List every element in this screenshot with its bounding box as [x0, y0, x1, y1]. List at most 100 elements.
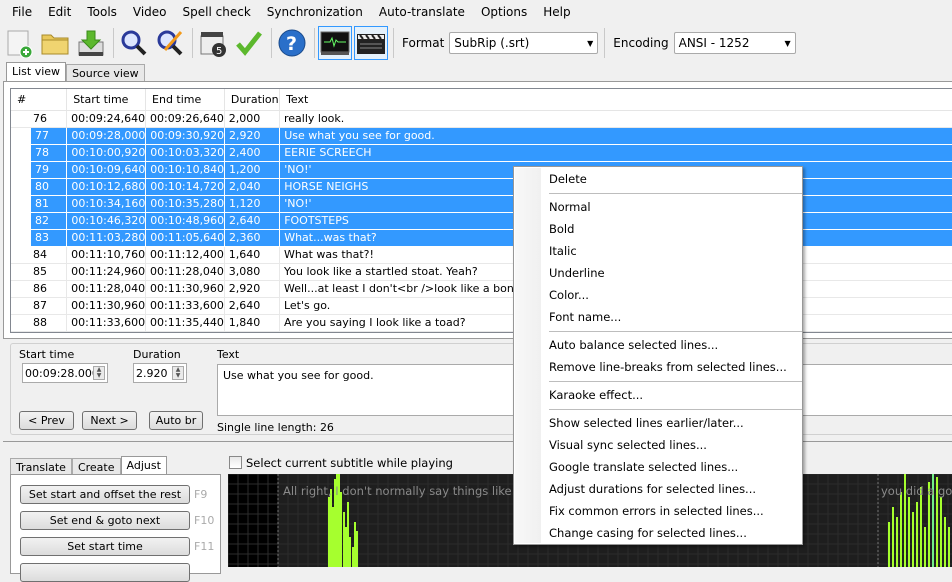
- context-menu-item-auto-balance-selected-lines[interactable]: Auto balance selected lines...: [549, 334, 718, 356]
- table-row[interactable]: 86 00:11:28,040 00:11:30,960 2,920 Well...at…: [11, 281, 952, 298]
- table-row[interactable]: 87 00:11:30,960 00:11:33,600 2,640 Let's go.: [11, 298, 952, 315]
- toggle-video-button[interactable]: [354, 26, 388, 60]
- col-header-duration[interactable]: Duration: [225, 89, 281, 110]
- table-row[interactable]: 76 00:09:24,640 00:09:26,640 2,000 really lo…: [11, 111, 952, 128]
- duration-input[interactable]: 2.920 ▲ ▼: [133, 363, 187, 383]
- context-menu-item-visual-sync-selected-lines[interactable]: Visual sync selected lines...: [549, 434, 707, 456]
- row-start-time: 00:09:28,000: [67, 128, 147, 144]
- replace-button[interactable]: [153, 26, 187, 60]
- save-button[interactable]: [74, 26, 108, 60]
- col-header-text[interactable]: Text: [280, 89, 952, 110]
- menu-file[interactable]: File: [4, 0, 40, 24]
- waveform-bar: [347, 502, 349, 567]
- menu-options[interactable]: Options: [473, 0, 535, 24]
- set-start-time-button[interactable]: Set start time: [20, 537, 190, 556]
- waveform-bar: [908, 497, 910, 567]
- context-menu-item-karaoke-effect[interactable]: Karaoke effect...: [549, 384, 643, 406]
- context-menu-item-color[interactable]: Color...: [549, 284, 589, 306]
- start-time-spinner[interactable]: ▲ ▼: [93, 366, 105, 380]
- col-header-end-time[interactable]: End time: [146, 89, 225, 110]
- shortcut-f10: F10: [194, 514, 215, 527]
- row-duration: 1,640: [225, 247, 280, 263]
- row-number: 84: [11, 247, 68, 263]
- menu-tools[interactable]: Tools: [79, 0, 125, 24]
- auto-br-button[interactable]: Auto br: [149, 411, 203, 430]
- row-end-time: 00:10:35,280: [146, 196, 226, 212]
- waveform-bar: [924, 527, 926, 567]
- menu-video[interactable]: Video: [125, 0, 175, 24]
- menu-edit[interactable]: Edit: [40, 0, 79, 24]
- toolbar: 5 ? Format SubRip (.srt) ▼ Encoding ANSI…: [0, 24, 952, 62]
- adjust-button-partial[interactable]: [20, 563, 190, 582]
- line-length-value: 26: [319, 421, 334, 434]
- table-row[interactable]: 84 00:11:10,760 00:11:12,400 1,640 What was …: [11, 247, 952, 264]
- table-row[interactable]: 88 00:11:33,600 00:11:35,440 1,840 Are you s…: [11, 315, 952, 332]
- help-button[interactable]: ?: [275, 26, 309, 60]
- spell-check-button[interactable]: [232, 26, 266, 60]
- context-menu-item-font-name[interactable]: Font name...: [549, 306, 621, 328]
- menu-synchronization[interactable]: Synchronization: [259, 0, 371, 24]
- col-header-number[interactable]: #: [11, 89, 68, 110]
- select-while-playing-label: Select current subtitle while playing: [246, 456, 453, 470]
- table-row[interactable]: 83 00:11:03,280 00:11:05,640 2,360 What...wa…: [11, 230, 952, 247]
- menu-help[interactable]: Help: [535, 0, 578, 24]
- set-end-goto-next-button[interactable]: Set end & goto next: [20, 511, 190, 530]
- table-row[interactable]: 85 00:11:24,960 00:11:28,040 3,080 You look …: [11, 264, 952, 281]
- col-header-start-time[interactable]: Start time: [67, 89, 147, 110]
- context-menu-item-italic[interactable]: Italic: [549, 240, 577, 262]
- find-button[interactable]: [117, 26, 151, 60]
- duration-spinner[interactable]: ▲ ▼: [172, 366, 184, 380]
- table-row[interactable]: 81 00:10:34,160 00:10:35,280 1,120 'NO!': [11, 196, 952, 213]
- menu-separator: [549, 331, 802, 332]
- row-start-time: 00:11:28,040: [67, 281, 146, 297]
- svg-text:?: ?: [286, 33, 297, 55]
- context-menu-item-show-selected-lines-earlier-later[interactable]: Show selected lines earlier/later...: [549, 412, 744, 434]
- save-download-icon: [78, 30, 104, 56]
- duration-label: Duration: [133, 348, 181, 361]
- waveform-icon: [320, 31, 350, 55]
- row-duration: 2,360: [225, 230, 281, 246]
- visual-sync-button[interactable]: 5: [196, 26, 230, 60]
- context-menu-item-normal[interactable]: Normal: [549, 196, 591, 218]
- find-icon: [121, 30, 147, 56]
- context-menu-item-bold[interactable]: Bold: [549, 218, 574, 240]
- context-menu-item-google-translate-selected-lines[interactable]: Google translate selected lines...: [549, 456, 738, 478]
- set-start-offset-button[interactable]: Set start and offset the rest: [20, 485, 190, 504]
- menu-spell-check[interactable]: Spell check: [175, 0, 259, 24]
- encoding-select[interactable]: ANSI - 1252 ▼: [673, 32, 796, 54]
- table-row[interactable]: 78 00:10:00,920 00:10:03,320 2,400 EERIE SCR…: [11, 145, 952, 162]
- table-row[interactable]: 82 00:10:46,320 00:10:48,960 2,640 FOOTSTEPS: [11, 213, 952, 230]
- list-header: # Start time End time Duration Text: [11, 89, 952, 111]
- row-number: 83: [11, 230, 68, 246]
- row-start-time: 00:10:00,920: [67, 145, 147, 161]
- subtitle-list[interactable]: # Start time End time Duration Text 76 00…: [10, 88, 952, 333]
- waveform-bar: [332, 507, 334, 567]
- row-text: Use what you see for good.: [280, 128, 952, 144]
- replace-icon: [157, 30, 183, 56]
- context-menu-item-underline[interactable]: Underline: [549, 262, 605, 284]
- waveform-bar: [900, 492, 902, 567]
- waveform-bar: [349, 537, 351, 567]
- row-number-text: 79: [31, 162, 67, 178]
- open-file-button[interactable]: [38, 26, 72, 60]
- view-tabs: List view Source view: [6, 62, 145, 83]
- new-file-button[interactable]: [2, 26, 36, 60]
- toggle-waveform-button[interactable]: [318, 26, 352, 60]
- tab-list-view[interactable]: List view: [6, 62, 67, 83]
- edit-panel: Start time 00:09:28.000 ▲ ▼ Duration 2.92…: [10, 343, 952, 435]
- context-menu-item-remove-line-breaks-from-selected-lines[interactable]: Remove line-breaks from selected lines..…: [549, 356, 787, 378]
- prev-button[interactable]: < Prev: [19, 411, 74, 430]
- format-select[interactable]: SubRip (.srt) ▼: [449, 32, 599, 54]
- context-menu-item-delete[interactable]: Delete: [549, 168, 587, 190]
- context-menu-item-adjust-durations-for-selected-lines[interactable]: Adjust durations for selected lines...: [549, 478, 756, 500]
- context-menu-item-fix-common-errors-in-selected-lines[interactable]: Fix common errors in selected lines...: [549, 500, 764, 522]
- select-while-playing-checkbox[interactable]: [229, 456, 242, 469]
- table-row[interactable]: 79 00:10:09,640 00:10:10,840 1,200 'NO!': [11, 162, 952, 179]
- menu-auto-translate[interactable]: Auto-translate: [371, 0, 473, 24]
- start-time-input[interactable]: 00:09:28.000 ▲ ▼: [22, 363, 108, 383]
- next-button[interactable]: Next >: [82, 411, 137, 430]
- row-duration: 2,000: [225, 111, 280, 127]
- table-row[interactable]: 77 00:09:28,000 00:09:30,920 2,920 Use what …: [11, 128, 952, 145]
- table-row[interactable]: 80 00:10:12,680 00:10:14,720 2,040 HORSE NEI…: [11, 179, 952, 196]
- context-menu-item-change-casing-for-selected-lines[interactable]: Change casing for selected lines...: [549, 522, 747, 544]
